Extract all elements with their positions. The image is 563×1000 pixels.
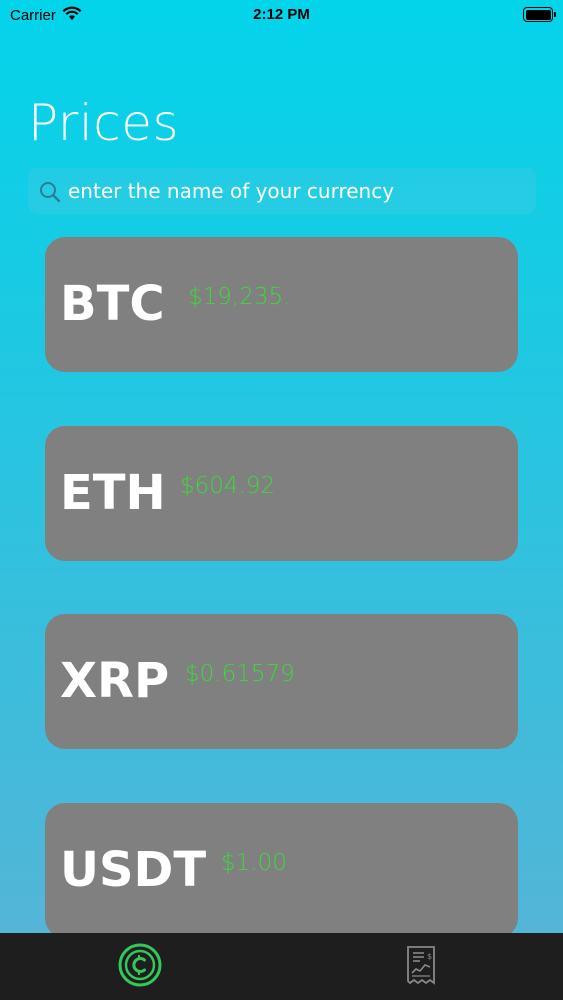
battery-icon bbox=[523, 7, 556, 22]
coin-card-eth[interactable]: ETH $604.92 bbox=[45, 426, 518, 561]
search-icon bbox=[38, 180, 62, 204]
coin-symbol: ETH bbox=[60, 465, 166, 521]
receipt-chart-icon: $ bbox=[400, 943, 442, 991]
search-bar[interactable] bbox=[28, 168, 536, 214]
status-time: 2:12 PM bbox=[253, 6, 310, 23]
coin-price: $0.61579 bbox=[185, 661, 295, 687]
tab-bar: $ bbox=[0, 933, 563, 1000]
svg-text:$: $ bbox=[427, 952, 432, 961]
page-title: Prices bbox=[28, 94, 180, 152]
coin-card-usdt[interactable]: USDT $1.00 bbox=[45, 803, 518, 938]
coin-price: $604.92 bbox=[180, 473, 276, 499]
coin-icon bbox=[117, 942, 163, 992]
coin-card-xrp[interactable]: XRP $0.61579 bbox=[45, 614, 518, 749]
search-input[interactable] bbox=[68, 168, 528, 214]
coin-card-btc[interactable]: BTC $19,235. bbox=[45, 237, 518, 372]
coin-symbol: USDT bbox=[60, 842, 207, 898]
coin-symbol: BTC bbox=[60, 276, 165, 332]
status-bar: Carrier 2:12 PM bbox=[0, 0, 563, 30]
coin-price: $1.00 bbox=[221, 850, 287, 876]
coin-symbol: XRP bbox=[60, 653, 170, 709]
tab-prices[interactable] bbox=[116, 943, 164, 991]
coin-price: $19,235. bbox=[188, 284, 291, 310]
tab-portfolio[interactable]: $ bbox=[397, 943, 445, 991]
